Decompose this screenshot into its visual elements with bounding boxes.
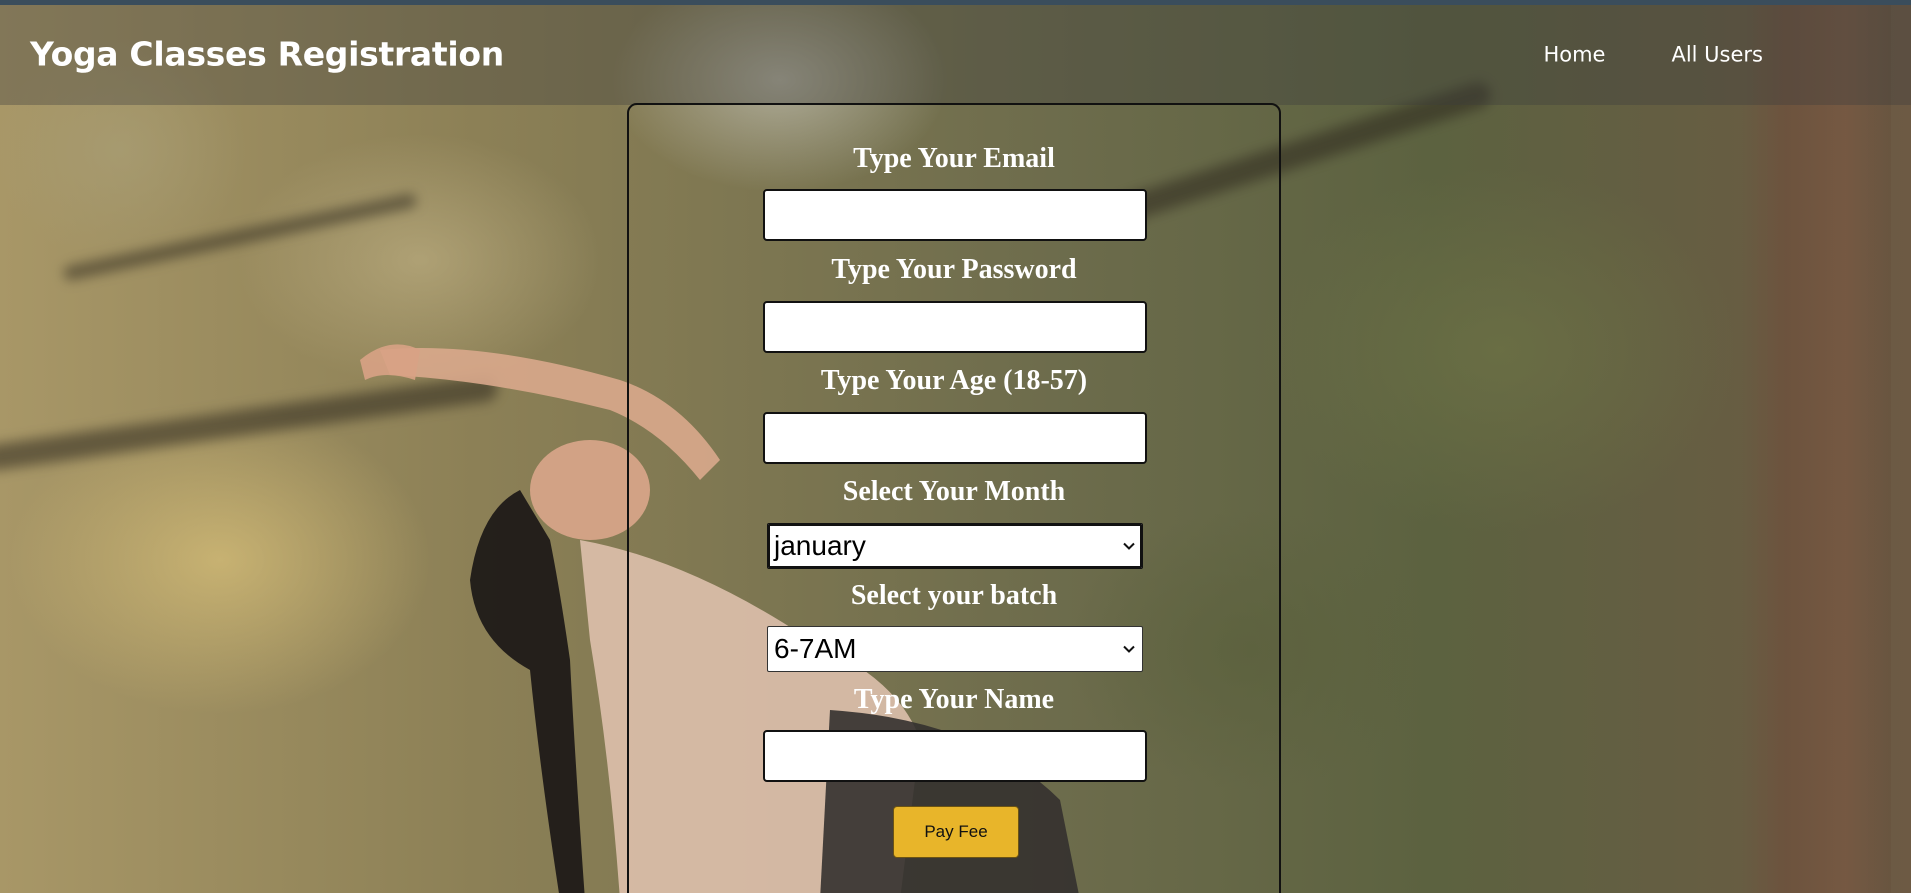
month-select-value: january (774, 530, 866, 561)
nav-home-link[interactable]: Home (1543, 43, 1605, 67)
name-input[interactable] (763, 730, 1147, 782)
batch-select[interactable]: 6-7AM (767, 626, 1143, 672)
registration-form: Type Your Email Type Your Password Type … (627, 103, 1281, 893)
password-input[interactable] (763, 301, 1147, 353)
age-label: Type Your Age (18-57) (820, 365, 1088, 396)
batch-label: Select your batch (850, 580, 1058, 611)
month-label: Select Your Month (842, 476, 1066, 507)
nav-links: Home All Users (1543, 43, 1763, 67)
brand-title[interactable]: Yoga Classes Registration (30, 35, 504, 74)
pay-fee-button[interactable]: Pay Fee (893, 806, 1019, 858)
navbar: Yoga Classes Registration Home All Users (0, 5, 1911, 105)
month-select[interactable]: january (767, 523, 1143, 569)
password-label: Type Your Password (831, 254, 1077, 285)
chevron-down-icon (1123, 542, 1135, 550)
batch-select-value: 6-7AM (774, 633, 857, 664)
email-input[interactable] (763, 189, 1147, 241)
age-input[interactable] (763, 412, 1147, 464)
nav-all-users-link[interactable]: All Users (1671, 43, 1763, 67)
chevron-down-icon (1123, 645, 1135, 653)
name-label: Type Your Name (853, 684, 1055, 715)
email-label: Type Your Email (853, 143, 1055, 174)
